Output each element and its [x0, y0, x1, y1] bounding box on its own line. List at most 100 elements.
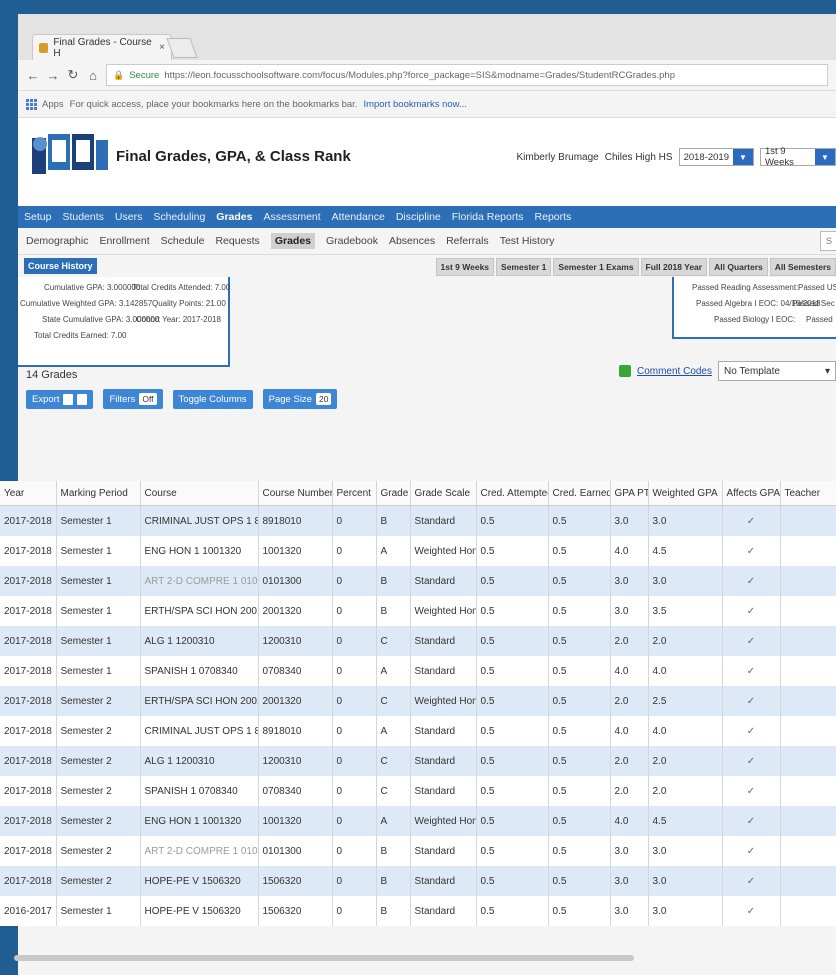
column-header[interactable]: Year [0, 481, 57, 506]
table-row[interactable]: 2016-2017 Semester 1 HOPE-PE V 1506320 1506… [0, 896, 836, 926]
column-header[interactable]: Percent [332, 481, 377, 506]
table-row[interactable]: 2017-2018 Semester 2 CRIMINAL JUST OPS 1 8… [0, 716, 836, 746]
column-header[interactable]: Grade [376, 481, 411, 506]
tab-title: Final Grades - Course H [53, 36, 152, 59]
export-button[interactable]: Export [26, 389, 94, 409]
gpa-points-cell: 3.0 [610, 896, 649, 926]
school-name[interactable]: Chiles High HS [605, 152, 673, 163]
search-input[interactable]: S [820, 231, 836, 251]
print-icon[interactable] [77, 393, 88, 405]
column-header[interactable]: Grade Scale [410, 481, 477, 506]
table-row[interactable]: 2017-2018Semester 2ART 2-D COMPRE 1 0101… [0, 836, 836, 866]
percent-cell: 0 [332, 505, 377, 536]
close-tab-icon[interactable]: × [159, 42, 165, 53]
favicon-icon [39, 42, 49, 53]
affects-gpa-cell: ✓ [722, 746, 781, 776]
course-number-cell: 1506320 [258, 896, 333, 926]
subnav-grades[interactable]: Grades [270, 233, 315, 249]
nav-scheduling[interactable]: Scheduling [153, 211, 205, 223]
credits-attempted-cell: 0.5 [476, 776, 549, 806]
tab-course-history[interactable]: Course History [24, 258, 97, 274]
table-row[interactable]: 2017-2018Semester 2ERTH/SPA SCI HON 2001… [0, 686, 836, 716]
table-row[interactable]: 2017-2018 Semester 1 SPANISH 1 0708340 0708… [0, 656, 836, 686]
grade-scale-cell: Standard [410, 626, 477, 656]
table-row[interactable]: 2017-2018Semester 1ART 2-D COMPRE 1 0101… [0, 566, 836, 596]
page-title: Final Grades, GPA, & Class Rank [116, 148, 351, 165]
year-cell: 2017-2018 [0, 596, 57, 626]
subnav-referrals[interactable]: Referrals [446, 235, 489, 247]
filters-button[interactable]: Filters Off [103, 389, 163, 409]
table-row[interactable]: 2017-2018 Semester 2 ALG 1 1200310 1200310 0… [0, 746, 836, 776]
tab-full-year[interactable]: Full 2018 Year [640, 258, 708, 276]
table-row[interactable]: 2017-2018 Semester 1 ENG HON 1 1001320 1001… [0, 536, 836, 566]
gpa-points-cell: 2.0 [610, 776, 649, 806]
table-row[interactable]: 2017-2018 Semester 1 ALG 1 1200310 1200310 0… [0, 626, 836, 656]
nav-florida-reports[interactable]: Florida Reports [452, 211, 524, 223]
comment-codes-link[interactable]: Comment Codes [637, 366, 712, 377]
subnav-enrollment[interactable]: Enrollment [99, 235, 149, 247]
assessment-summary: Passed Reading Assessment: Passed US H P… [672, 277, 836, 339]
column-header[interactable]: Affects GPA [722, 481, 781, 506]
nav-students[interactable]: Students [62, 211, 103, 223]
excel-icon[interactable] [63, 393, 74, 405]
column-header[interactable]: Cred. Earned [548, 481, 611, 506]
column-header[interactable]: Cred. Attempted [476, 481, 549, 506]
tab-semester-1[interactable]: Semester 1 [496, 258, 552, 276]
column-header[interactable]: Marking Period [56, 481, 141, 506]
template-select[interactable]: No Template ▾ [718, 361, 836, 381]
course-cell: CRIMINAL JUST OPS 1 8918010 [140, 716, 259, 746]
apps-icon[interactable] [26, 99, 37, 110]
reload-icon[interactable]: ↻ [66, 67, 80, 83]
column-header[interactable]: GPA PTS [610, 481, 649, 506]
nav-reports[interactable]: Reports [535, 211, 572, 223]
column-header[interactable]: Course Number [258, 481, 333, 506]
nav-setup[interactable]: Setup [24, 211, 51, 223]
credits-attempted-cell: 0.5 [476, 716, 549, 746]
column-header[interactable]: Weighted GPA [648, 481, 723, 506]
subnav-demographic[interactable]: Demographic [26, 235, 88, 247]
credits-earned-cell: 0.5 [548, 596, 611, 626]
page-size-button[interactable]: Page Size 20 [262, 389, 338, 409]
period-select[interactable]: 1st 9 Weeks ▼ [760, 146, 836, 168]
nav-users[interactable]: Users [115, 211, 142, 223]
nav-discipline[interactable]: Discipline [396, 211, 441, 223]
import-bookmarks-link[interactable]: Import bookmarks now... [363, 99, 466, 110]
subnav-test-history[interactable]: Test History [500, 235, 555, 247]
tab-all-semesters[interactable]: All Semesters [769, 258, 836, 276]
tab-all-quarters[interactable]: All Quarters [709, 258, 768, 276]
toggle-columns-button[interactable]: Toggle Columns [172, 389, 253, 409]
subnav-absences[interactable]: Absences [389, 235, 435, 247]
teacher-cell [780, 896, 836, 926]
table-row[interactable]: 2017-2018 Semester 2 HOPE-PE V 1506320 1506… [0, 866, 836, 896]
table-row[interactable]: 2017-2018 Semester 2 SPANISH 1 0708340 0708… [0, 776, 836, 806]
nav-grades[interactable]: Grades [216, 211, 252, 223]
table-row[interactable]: 2017-2018Semester 1ERTH/SPA SCI HON 2001… [0, 596, 836, 626]
percent-cell: 0 [332, 806, 377, 836]
back-icon[interactable]: ← [26, 68, 40, 83]
subnav-requests[interactable]: Requests [215, 235, 259, 247]
nav-attendance[interactable]: Attendance [332, 211, 385, 223]
nav-assessment[interactable]: Assessment [263, 211, 320, 223]
marking-period-cell: Semester 2 [56, 866, 141, 896]
gpa-points-cell: 2.0 [610, 746, 649, 776]
home-icon[interactable]: ⌂ [86, 68, 100, 83]
table-row[interactable]: 2017-2018 Semester 2 ENG HON 1 1001320 1001… [0, 806, 836, 836]
url-input[interactable]: 🔒 Secure https://leon.focusschoolsoftwar… [106, 64, 828, 86]
browser-tab[interactable]: Final Grades - Course H × [32, 34, 172, 60]
horizontal-scrollbar[interactable] [14, 955, 634, 961]
apps-link[interactable]: Apps [42, 99, 64, 110]
tab-semester-1-exams[interactable]: Semester 1 Exams [553, 258, 639, 276]
subnav-gradebook[interactable]: Gradebook [326, 235, 378, 247]
user-name[interactable]: Kimberly Brumage [516, 152, 598, 163]
tab-1st-9-weeks[interactable]: 1st 9 Weeks [435, 258, 495, 276]
forward-icon[interactable]: → [46, 68, 60, 83]
column-header[interactable]: Teacher [780, 481, 836, 506]
table-row[interactable]: 2017-2018 Semester 1 CRIMINAL JUST OPS 1 8… [0, 505, 836, 536]
subnav-schedule[interactable]: Schedule [161, 235, 205, 247]
credits-earned-cell: 0.5 [548, 896, 611, 926]
column-header[interactable]: Course [140, 481, 259, 506]
year-select[interactable]: 2018-2019 ▼ [678, 148, 754, 166]
year-cell: 2017-2018 [0, 776, 57, 806]
course-cell: ALG 1 1200310 [140, 626, 259, 656]
marking-period-cell: Semester 1 [56, 566, 141, 596]
